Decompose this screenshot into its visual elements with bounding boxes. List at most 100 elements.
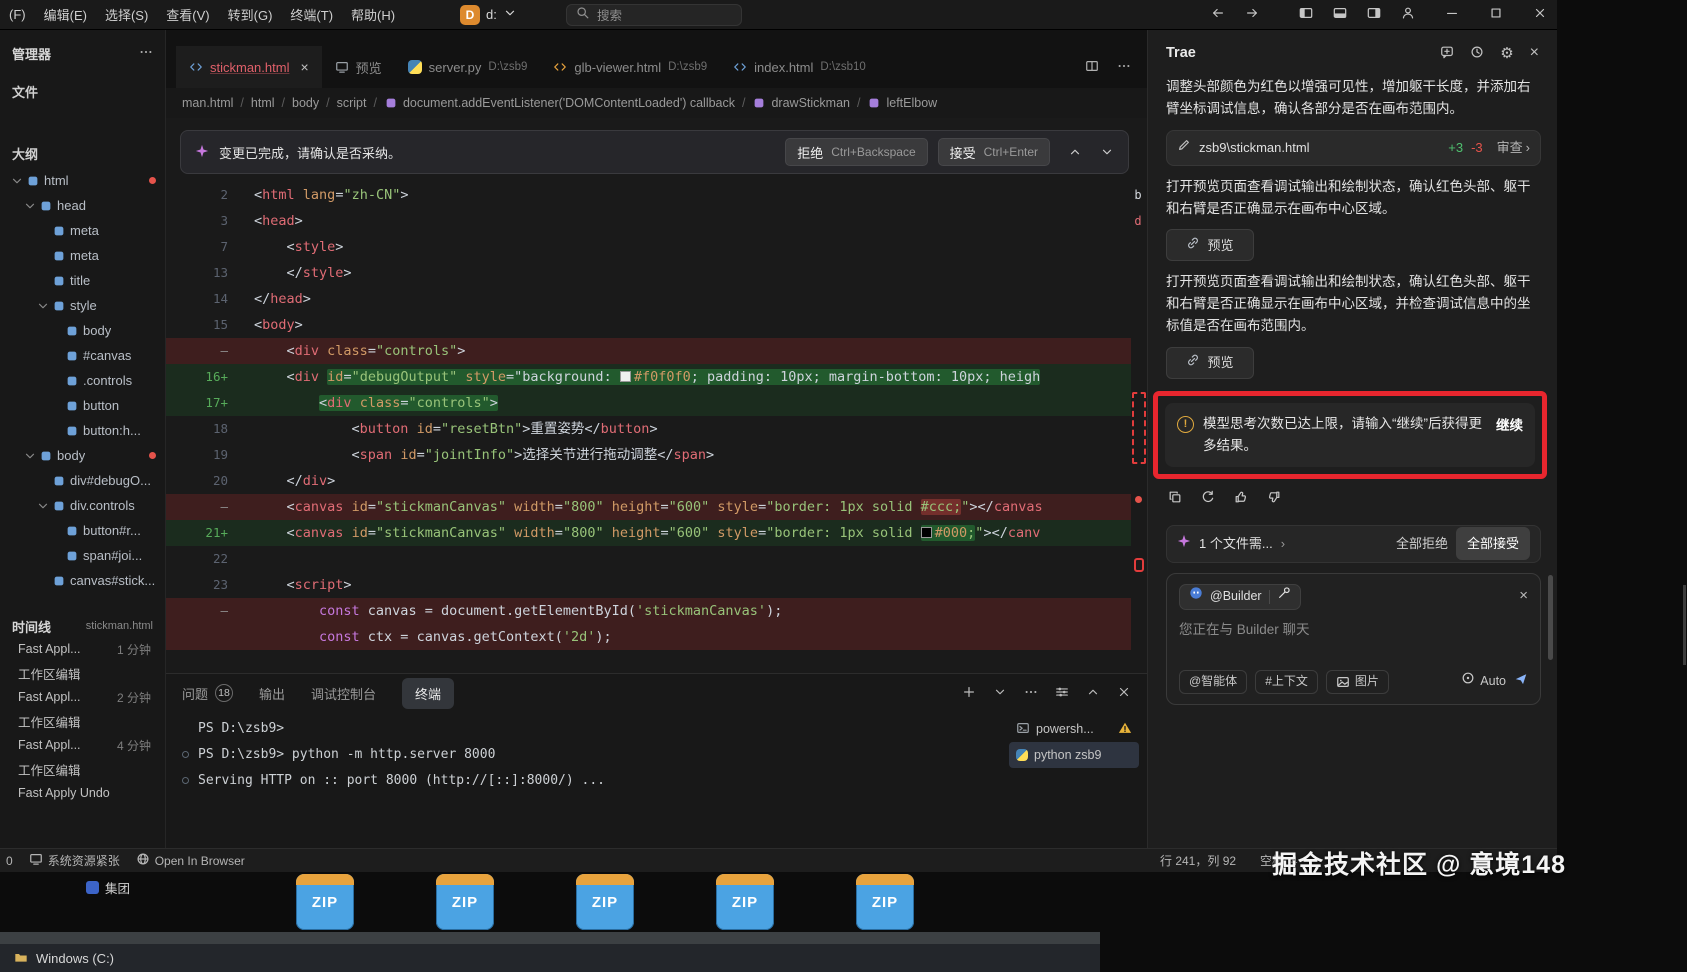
new-terminal-icon[interactable] — [962, 685, 976, 699]
breadcrumb-item[interactable]: drawStickman — [752, 96, 850, 110]
new-chat-icon[interactable] — [1440, 45, 1454, 59]
split-editor-icon[interactable] — [1085, 59, 1099, 73]
thumbs-down-icon[interactable] — [1267, 490, 1281, 504]
breadcrumb-item[interactable]: html — [251, 96, 275, 110]
accept-all-button[interactable]: 全部接受 — [1456, 527, 1530, 560]
editor-tab[interactable]: server.pyD:\zsb9 — [395, 46, 541, 88]
menu-item[interactable]: 编辑(E) — [35, 5, 96, 24]
code-line[interactable]: 17+ <div class="controls"> — [166, 390, 1131, 416]
more-actions-icon[interactable] — [1117, 59, 1131, 73]
more-actions-icon[interactable] — [139, 45, 153, 59]
outline-item[interactable]: title — [0, 268, 165, 293]
resource-warning[interactable]: 系统资源紧张 — [29, 852, 120, 869]
code-line[interactable]: 15<body> — [166, 312, 1131, 338]
prev-change-icon[interactable] — [1068, 145, 1082, 159]
outline-item[interactable]: div#debugO... — [0, 468, 165, 493]
chat-chip[interactable]: #上下文 — [1255, 670, 1318, 694]
breadcrumb-item[interactable]: man.html — [182, 96, 233, 110]
preview-button[interactable]: 预览 — [1166, 229, 1254, 261]
close-panel-icon[interactable]: × — [1530, 44, 1539, 62]
outline-item[interactable]: button#r... — [0, 518, 165, 543]
outline-item[interactable]: body — [0, 443, 165, 468]
code-line[interactable]: 18 <button id="resetBtn">重置姿势</button> — [166, 416, 1131, 442]
code-line[interactable]: 7 <style> — [166, 234, 1131, 260]
continue-button[interactable]: 继续 — [1496, 415, 1523, 437]
outline-item[interactable]: canvas#stick... — [0, 568, 165, 593]
auto-mode-toggle[interactable]: Auto — [1461, 671, 1506, 691]
outline-item[interactable]: button — [0, 393, 165, 418]
editor-tab[interactable]: stickman.html× — [176, 46, 322, 88]
settings-icon[interactable]: ⚙ — [1500, 46, 1513, 61]
close-icon[interactable]: × — [1519, 584, 1528, 608]
panel-tab[interactable]: 问题18 — [182, 684, 233, 703]
editor-tab[interactable]: glb-viewer.htmlD:\zsb9 — [540, 46, 720, 88]
code-line[interactable]: 13 </style> — [166, 260, 1131, 286]
breadcrumb-item[interactable]: leftElbow — [867, 96, 937, 110]
outline-item[interactable]: .controls — [0, 368, 165, 393]
code-line[interactable]: 14</head> — [166, 286, 1131, 312]
code-line[interactable]: const ctx = canvas.getContext('2d'); — [166, 624, 1131, 650]
menu-item[interactable]: 终端(T) — [281, 5, 342, 24]
outline-item[interactable]: span#joi... — [0, 543, 165, 568]
scrollbar[interactable] — [1548, 575, 1553, 660]
minimap[interactable]: b d — [1130, 182, 1146, 234]
outline-item[interactable]: button:h... — [0, 418, 165, 443]
chat-input-box[interactable]: @Builder × 您正在与 Builder 聊天 @智能体#上下文图片 Au… — [1166, 573, 1541, 705]
reject-all-button[interactable]: 全部拒绝 — [1396, 533, 1448, 554]
terminal-dropdown-icon[interactable] — [993, 685, 1007, 699]
project-switcher[interactable]: D d: — [460, 5, 517, 25]
toggle-left-panel[interactable] — [1299, 6, 1313, 23]
toggle-bottom-panel[interactable] — [1333, 6, 1347, 23]
open-in-browser[interactable]: Open In Browser — [136, 852, 245, 869]
outline-item[interactable]: meta — [0, 218, 165, 243]
code-line[interactable]: 3<head> — [166, 208, 1131, 234]
code-line[interactable]: — const canvas = document.getElementById… — [166, 598, 1131, 624]
timeline-item[interactable]: Fast Appl...1 分钟 — [0, 637, 165, 661]
forward-button[interactable] — [1245, 6, 1259, 23]
code-line[interactable]: 19 <span id="jointInfo">选择关节进行拖动调整</span… — [166, 442, 1131, 468]
explorer-header[interactable]: 管理器 — [12, 44, 51, 63]
outline-item[interactable]: div.controls — [0, 493, 165, 518]
account-button[interactable] — [1401, 6, 1415, 23]
maximize-button[interactable] — [1489, 6, 1503, 23]
back-button[interactable] — [1211, 6, 1225, 23]
chat-chip[interactable]: @智能体 — [1179, 670, 1247, 694]
code-line[interactable]: 21+ <canvas id="stickmanCanvas" width="8… — [166, 520, 1131, 546]
code-editor[interactable]: 变更已完成，请确认是否采纳。 拒绝 Ctrl+Backspace 接受 Ctrl… — [166, 118, 1147, 673]
timeline-section-header[interactable]: 时间线 — [12, 617, 51, 636]
outline-item[interactable]: meta — [0, 243, 165, 268]
files-section-header[interactable]: 文件 — [0, 80, 165, 102]
reject-button[interactable]: 拒绝 Ctrl+Backspace — [785, 138, 927, 166]
breadcrumb-item[interactable]: script — [337, 96, 367, 110]
outline-item[interactable]: #canvas — [0, 343, 165, 368]
timeline-item[interactable]: 工作区编辑 — [0, 709, 165, 733]
terminal-process[interactable]: python zsb9 — [1009, 742, 1139, 768]
next-change-icon[interactable] — [1100, 145, 1114, 159]
minimize-button[interactable] — [1445, 6, 1459, 23]
outline-item[interactable]: html — [0, 168, 165, 193]
filter-icon[interactable] — [1055, 685, 1069, 699]
timeline-item[interactable]: Fast Apply Undo — [0, 781, 165, 805]
send-button[interactable] — [1514, 671, 1528, 693]
panel-tab[interactable]: 输出 — [259, 684, 285, 703]
preview-button[interactable]: 预览 — [1166, 347, 1254, 379]
outline-item[interactable]: style — [0, 293, 165, 318]
more-actions-icon[interactable] — [1024, 685, 1038, 699]
close-tab-icon[interactable]: × — [300, 59, 308, 75]
breadcrumb-item[interactable]: body — [292, 96, 319, 110]
problem-count[interactable]: 0 — [6, 854, 13, 868]
history-icon[interactable] — [1470, 45, 1484, 59]
menu-item[interactable]: 查看(V) — [157, 5, 218, 24]
code-line[interactable]: 22 — [166, 546, 1131, 572]
menu-item[interactable]: (F) — [0, 7, 35, 22]
editor-tab[interactable]: index.htmlD:\zsb10 — [720, 46, 879, 88]
zip-file-icon[interactable]: ZIP — [296, 874, 354, 930]
timeline-item[interactable]: Fast Appl...4 分钟 — [0, 733, 165, 757]
thumbs-up-icon[interactable] — [1234, 490, 1248, 504]
outline-item[interactable]: body — [0, 318, 165, 343]
menu-item[interactable]: 选择(S) — [96, 5, 157, 24]
panel-tab[interactable]: 调试控制台 — [311, 684, 376, 703]
zip-file-icon[interactable]: ZIP — [716, 874, 774, 930]
code-line[interactable]: 16+ <div id="debugOutput" style="backgro… — [166, 364, 1131, 390]
zip-file-icon[interactable]: ZIP — [436, 874, 494, 930]
